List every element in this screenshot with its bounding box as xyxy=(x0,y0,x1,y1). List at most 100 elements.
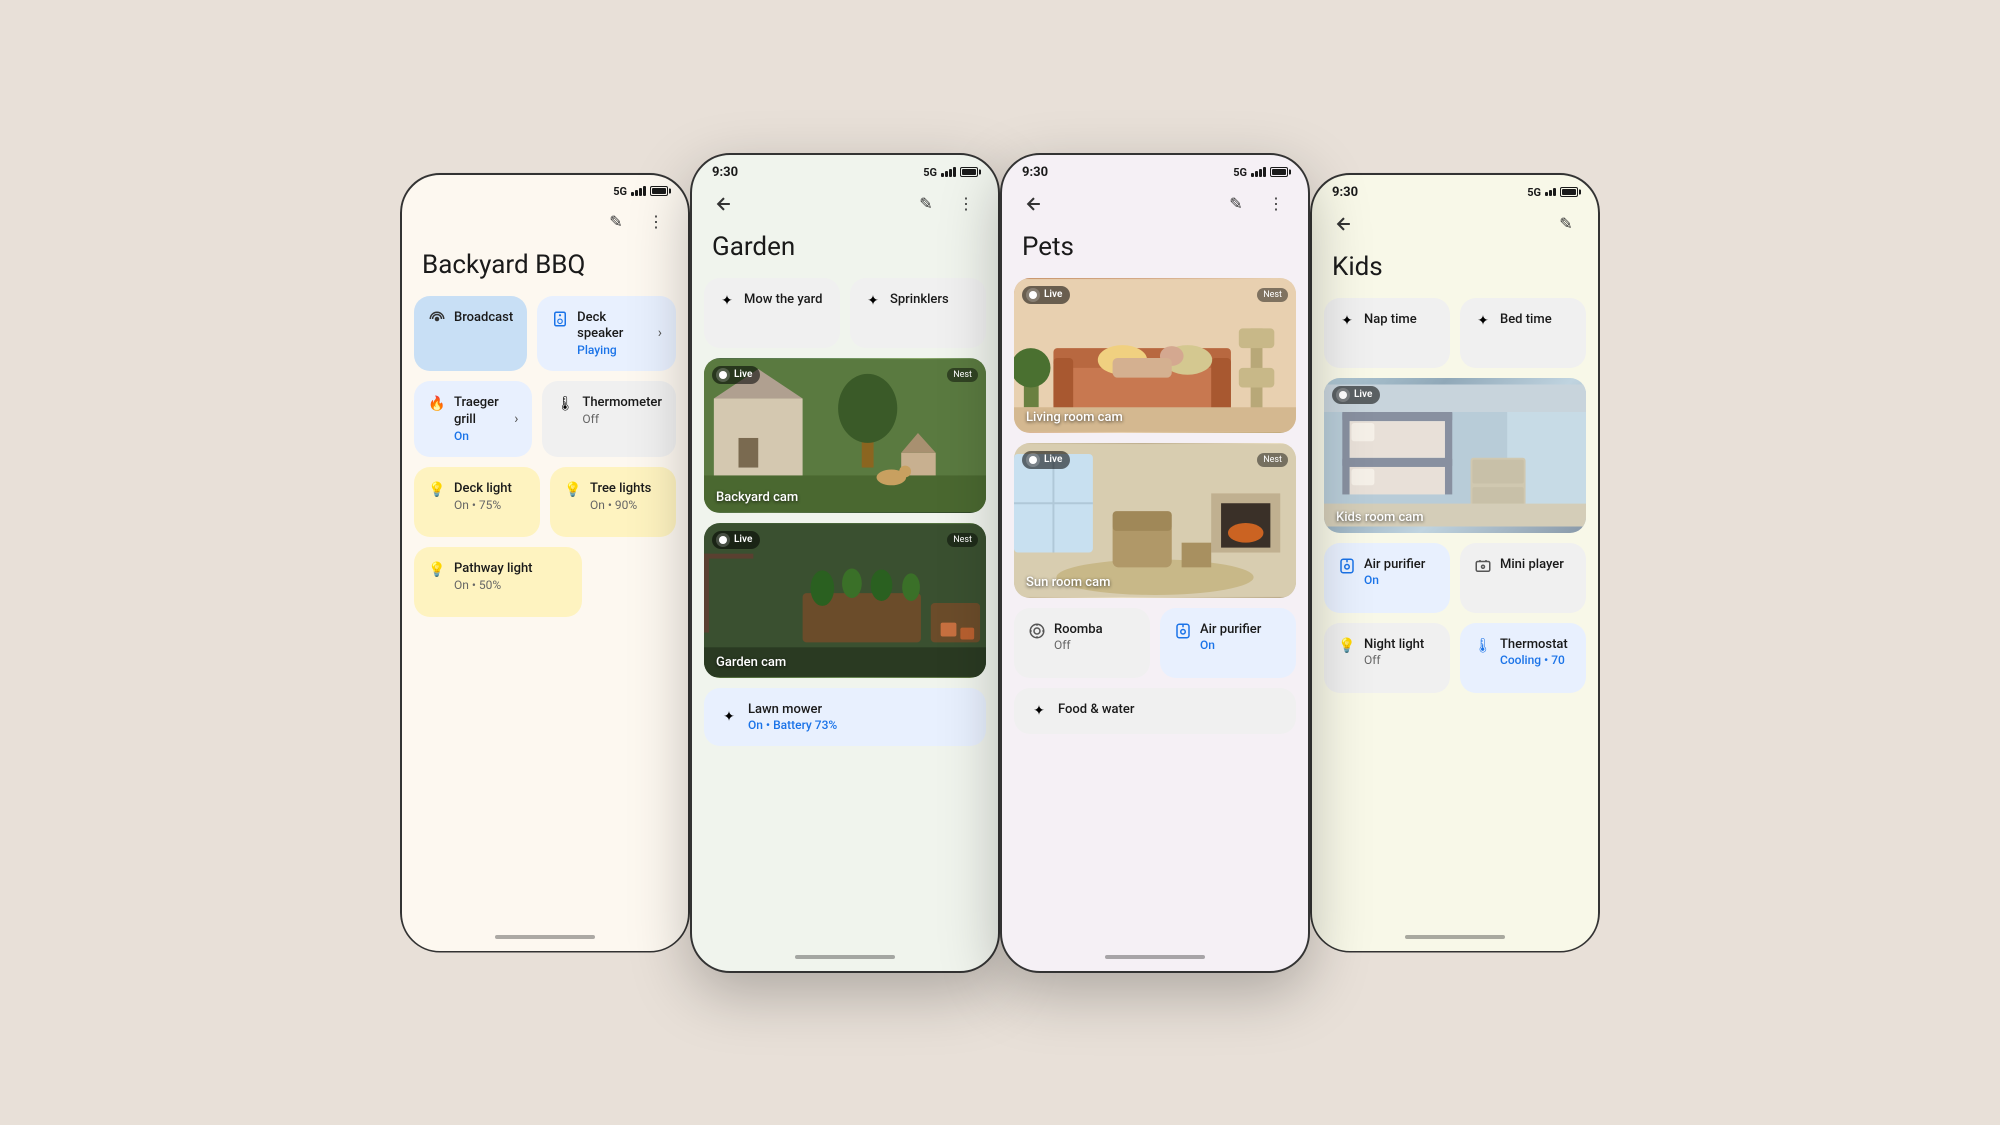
lawn-mower-name: Lawn mower xyxy=(748,702,970,719)
mow-card[interactable]: ✦ Mow the yard xyxy=(704,278,840,348)
garden-cam-top: Live Nest xyxy=(712,531,978,549)
garden-edit-btn[interactable]: ✎ xyxy=(910,188,942,220)
kids-cam-card[interactable]: Live Kids room cam xyxy=(1324,378,1586,533)
garden-status-icons: 5G xyxy=(923,166,978,179)
kids-cam-bg: Live Kids room cam xyxy=(1324,378,1586,533)
garden-nav-icons: ✎ ⋮ xyxy=(910,188,982,220)
roomba-card[interactable]: Roomba Off xyxy=(1014,608,1150,678)
tree-lights-card[interactable]: 💡 Tree lights On • 90% xyxy=(550,467,676,537)
deck-speaker-status: Playing xyxy=(577,343,650,357)
bbq-5g: 5G xyxy=(613,185,627,198)
traeger-card[interactable]: 🔥 Traeger grill On › xyxy=(414,381,532,457)
bbq-edit-btn[interactable]: ✎ xyxy=(600,206,632,238)
pets-purifier-card[interactable]: Air purifier On xyxy=(1160,608,1296,678)
traeger-name: Traeger grill xyxy=(454,395,506,429)
sprinklers-name: Sprinklers xyxy=(890,292,972,309)
living-live-badge: Live xyxy=(1022,286,1070,304)
bbq-row-4: 💡 Pathway light On • 50% xyxy=(414,547,676,617)
garden-back-btn[interactable] xyxy=(708,188,740,220)
kids-back-btn[interactable] xyxy=(1328,208,1360,240)
kids-cam-label: Kids room cam xyxy=(1336,510,1424,525)
mini-player-icon xyxy=(1474,557,1492,575)
lawn-mower-text: Lawn mower On • Battery 73% xyxy=(748,702,970,733)
pathway-light-card[interactable]: 💡 Pathway light On • 50% xyxy=(414,547,582,617)
bbq-signal xyxy=(631,186,646,196)
garden-more-btn[interactable]: ⋮ xyxy=(950,188,982,220)
deck-light-card[interactable]: 💡 Deck light On • 75% xyxy=(414,467,540,537)
mini-player-card[interactable]: Mini player xyxy=(1460,543,1586,613)
garden-cam-card[interactable]: Live Nest Garden cam xyxy=(704,523,986,678)
garden-live-text: Live xyxy=(734,534,752,545)
mini-player-svg xyxy=(1474,557,1492,575)
pathway-light-icon: 💡 xyxy=(428,561,446,579)
lawn-mower-card[interactable]: ✦ Lawn mower On • Battery 73% xyxy=(704,688,986,747)
night-light-status: Off xyxy=(1364,653,1436,667)
nap-time-card[interactable]: ✦ Nap time xyxy=(1324,298,1450,368)
bed-sparkle-icon: ✦ xyxy=(1474,312,1492,330)
kids-edit-btn[interactable]: ✎ xyxy=(1550,208,1582,240)
traeger-status: On xyxy=(454,429,506,443)
pets-purifier-text: Air purifier On xyxy=(1200,622,1282,653)
kids-live-badge: Live xyxy=(1332,386,1380,404)
night-light-card[interactable]: 💡 Night light Off xyxy=(1324,623,1450,693)
living-live-dot xyxy=(1026,288,1040,302)
thermometer-card[interactable]: 🌡 Thermometer Off xyxy=(542,381,676,457)
pets-back-btn[interactable] xyxy=(1018,188,1050,220)
garden-live-badge: Live xyxy=(712,531,760,549)
speaker-svg xyxy=(551,310,569,328)
deck-light-text: Deck light On • 75% xyxy=(454,481,526,512)
lawn-mower-status: On • Battery 73% xyxy=(748,718,970,732)
sun-cam-label: Sun room cam xyxy=(1026,575,1110,590)
kids-title: Kids xyxy=(1312,248,1598,298)
food-water-card[interactable]: ✦ Food & water xyxy=(1014,688,1296,734)
kids-thermo-text: Thermostat Cooling • 70 xyxy=(1500,637,1572,668)
garden-time: 9:30 xyxy=(712,165,738,180)
tree-lights-text: Tree lights On • 90% xyxy=(590,481,662,512)
living-room-cam-card[interactable]: Live Nest Living room cam xyxy=(1014,278,1296,433)
phone-pets: 9:30 5G ✎ xyxy=(1000,153,1310,973)
deck-speaker-card[interactable]: Deck speaker Playing › xyxy=(537,296,676,372)
backyard-cam-card[interactable]: Live Nest Backyard cam xyxy=(704,358,986,513)
bbq-battery xyxy=(650,186,668,196)
pets-top-nav: ✎ ⋮ xyxy=(1002,184,1308,228)
bbq-nav-icons: ✎ ⋮ xyxy=(600,206,672,238)
mow-sparkle-icon: ✦ xyxy=(718,292,736,310)
sprinklers-sparkle-icon: ✦ xyxy=(864,292,882,310)
tree-lights-icon: 💡 xyxy=(564,481,582,499)
bed-text: Bed time xyxy=(1500,312,1572,329)
mow-text: Mow the yard xyxy=(744,292,826,309)
phone-garden: 9:30 5G ✎ xyxy=(690,153,1000,973)
sun-room-cam-card[interactable]: Live Nest Sun room cam xyxy=(1014,443,1296,598)
kids-live-text: Live xyxy=(1354,389,1372,400)
bed-time-card[interactable]: ✦ Bed time xyxy=(1460,298,1586,368)
pets-screen: 9:30 5G ✎ xyxy=(1002,155,1308,971)
nap-name: Nap time xyxy=(1364,312,1436,329)
broadcast-card[interactable]: Broadcast xyxy=(414,296,527,372)
pathway-status: On • 50% xyxy=(454,578,568,592)
garden-top-nav: ✎ ⋮ xyxy=(692,184,998,228)
kids-battery xyxy=(1560,187,1578,197)
sprinklers-card[interactable]: ✦ Sprinklers xyxy=(850,278,986,348)
thermo-name: Thermometer xyxy=(582,395,662,412)
bbq-row-2: 🔥 Traeger grill On › 🌡 Thermo xyxy=(414,381,676,457)
roomba-name: Roomba xyxy=(1054,622,1136,639)
broadcast-name: Broadcast xyxy=(454,310,513,327)
pets-edit-btn[interactable]: ✎ xyxy=(1220,188,1252,220)
pets-more-btn[interactable]: ⋮ xyxy=(1260,188,1292,220)
pets-content: Live Nest Living room cam xyxy=(1002,278,1308,943)
bbq-more-btn[interactable]: ⋮ xyxy=(640,206,672,238)
kids-purifier-card[interactable]: Air purifier On xyxy=(1324,543,1450,613)
kids-purifier-name: Air purifier xyxy=(1364,557,1436,574)
living-cam-bg: Live Nest Living room cam xyxy=(1014,278,1296,433)
kids-nav-icons: ✎ xyxy=(1550,208,1582,240)
roomba-icon xyxy=(1028,622,1046,640)
living-live-text: Live xyxy=(1044,289,1062,300)
kids-thermostat-card[interactable]: 🌡 Thermostat Cooling • 70 xyxy=(1460,623,1586,693)
backyard-cam-bg: Live Nest Backyard cam xyxy=(704,358,986,513)
kids-live-dot xyxy=(1336,388,1350,402)
backyard-cam-label: Backyard cam xyxy=(716,490,798,505)
deck-light-name: Deck light xyxy=(454,481,526,498)
pets-purifier-status: On xyxy=(1200,638,1282,652)
garden-screen: 9:30 5G ✎ xyxy=(692,155,998,971)
bbq-home-indicator xyxy=(402,923,688,951)
